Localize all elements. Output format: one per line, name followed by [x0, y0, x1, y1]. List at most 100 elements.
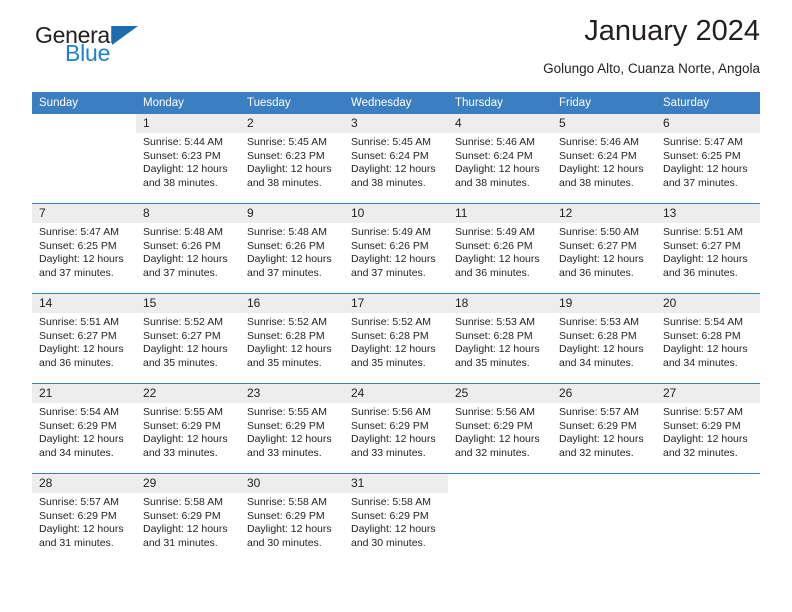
day-cell[interactable]: 8 Sunrise: 5:48 AM Sunset: 6:26 PM Daylight…	[136, 203, 240, 294]
daylight-line-cont: and 38 minutes.	[351, 176, 426, 189]
sunset-line: Sunset: 6:29 PM	[247, 419, 325, 432]
sun-info: Sunrise: 5:55 AM Sunset: 6:29 PM Daylight:…	[136, 403, 240, 460]
sun-info: Sunrise: 5:50 AM Sunset: 6:27 PM Daylight:…	[552, 223, 656, 280]
day-number: 19	[552, 294, 656, 313]
sunrise-line: Sunrise: 5:49 AM	[351, 226, 431, 238]
sunrise-line: Sunrise: 5:58 AM	[143, 496, 223, 508]
daylight-line: Daylight: 12 hours	[143, 523, 228, 536]
day-cell[interactable]: 18 Sunrise: 5:53 AM Sunset: 6:28 PM Dayligh…	[448, 293, 552, 384]
day-cell[interactable]: 12 Sunrise: 5:50 AM Sunset: 6:27 PM Dayligh…	[552, 203, 656, 294]
day-number: 4	[448, 114, 552, 133]
sunrise-line: Sunrise: 5:46 AM	[559, 136, 639, 148]
day-cell[interactable]: 2 Sunrise: 5:45 AM Sunset: 6:23 PM Daylight…	[240, 114, 344, 204]
sun-info: Sunrise: 5:48 AM Sunset: 6:26 PM Daylight:…	[136, 223, 240, 280]
day-cell[interactable]: 5 Sunrise: 5:46 AM Sunset: 6:24 PM Daylight…	[552, 114, 656, 204]
sun-info: Sunrise: 5:52 AM Sunset: 6:28 PM Daylight:…	[240, 313, 344, 370]
day-cell[interactable]: 30 Sunrise: 5:58 AM Sunset: 6:29 PM Dayligh…	[240, 473, 344, 563]
sunset-line: Sunset: 6:29 PM	[455, 419, 533, 432]
sunrise-line: Sunrise: 5:56 AM	[455, 406, 535, 418]
day-number: 6	[656, 114, 760, 133]
day-number: 22	[136, 384, 240, 403]
day-cell[interactable]: 9 Sunrise: 5:48 AM Sunset: 6:26 PM Daylight…	[240, 203, 344, 294]
day-number	[552, 474, 656, 493]
day-cell[interactable]: 11 Sunrise: 5:49 AM Sunset: 6:26 PM Dayligh…	[448, 203, 552, 294]
daylight-line-cont: and 34 minutes.	[39, 446, 114, 459]
day-cell-empty	[32, 114, 136, 204]
sunset-line: Sunset: 6:29 PM	[39, 509, 117, 522]
day-cell[interactable]: 19 Sunrise: 5:53 AM Sunset: 6:28 PM Dayligh…	[552, 293, 656, 384]
day-cell[interactable]: 13 Sunrise: 5:51 AM Sunset: 6:27 PM Dayligh…	[656, 203, 760, 294]
sunset-line: Sunset: 6:29 PM	[143, 509, 221, 522]
daylight-line: Daylight: 12 hours	[143, 343, 228, 356]
daylight-line-cont: and 32 minutes.	[663, 446, 738, 459]
day-cell[interactable]: 6 Sunrise: 5:47 AM Sunset: 6:25 PM Daylight…	[656, 114, 760, 204]
day-cell[interactable]: 23 Sunrise: 5:55 AM Sunset: 6:29 PM Dayligh…	[240, 383, 344, 474]
day-number: 20	[656, 294, 760, 313]
daylight-line: Daylight: 12 hours	[143, 253, 228, 266]
day-number: 31	[344, 474, 448, 493]
day-cell[interactable]: 7 Sunrise: 5:47 AM Sunset: 6:25 PM Daylight…	[32, 203, 136, 294]
daylight-line: Daylight: 12 hours	[39, 343, 124, 356]
sun-info: Sunrise: 5:56 AM Sunset: 6:29 PM Daylight:…	[448, 403, 552, 460]
sunrise-line: Sunrise: 5:57 AM	[663, 406, 743, 418]
day-cell[interactable]: 10 Sunrise: 5:49 AM Sunset: 6:26 PM Dayligh…	[344, 203, 448, 294]
sunrise-line: Sunrise: 5:47 AM	[39, 226, 119, 238]
day-cell[interactable]: 15 Sunrise: 5:52 AM Sunset: 6:27 PM Dayligh…	[136, 293, 240, 384]
day-number: 30	[240, 474, 344, 493]
week-row: 28 Sunrise: 5:57 AM Sunset: 6:29 PM Dayligh…	[32, 473, 760, 563]
daylight-line-cont: and 36 minutes.	[559, 266, 634, 279]
daylight-line: Daylight: 12 hours	[143, 163, 228, 176]
sun-info: Sunrise: 5:58 AM Sunset: 6:29 PM Daylight:…	[344, 493, 448, 550]
day-cell[interactable]: 4 Sunrise: 5:46 AM Sunset: 6:24 PM Daylight…	[448, 114, 552, 204]
sunset-line: Sunset: 6:29 PM	[351, 419, 429, 432]
sun-info: Sunrise: 5:49 AM Sunset: 6:26 PM Daylight:…	[448, 223, 552, 280]
day-cell[interactable]: 1 Sunrise: 5:44 AM Sunset: 6:23 PM Daylight…	[136, 114, 240, 204]
week-row: 1 Sunrise: 5:44 AM Sunset: 6:23 PM Daylight…	[32, 114, 760, 204]
sunset-line: Sunset: 6:29 PM	[143, 419, 221, 432]
day-cell[interactable]: 20 Sunrise: 5:54 AM Sunset: 6:28 PM Dayligh…	[656, 293, 760, 384]
sunrise-line: Sunrise: 5:51 AM	[663, 226, 743, 238]
day-cell[interactable]: 24 Sunrise: 5:56 AM Sunset: 6:29 PM Dayligh…	[344, 383, 448, 474]
day-cell[interactable]: 28 Sunrise: 5:57 AM Sunset: 6:29 PM Dayligh…	[32, 473, 136, 563]
sun-info: Sunrise: 5:57 AM Sunset: 6:29 PM Daylight:…	[656, 403, 760, 460]
sunrise-line: Sunrise: 5:54 AM	[663, 316, 743, 328]
daylight-line: Daylight: 12 hours	[559, 253, 644, 266]
day-cell[interactable]: 14 Sunrise: 5:51 AM Sunset: 6:27 PM Dayligh…	[32, 293, 136, 384]
sun-info: Sunrise: 5:47 AM Sunset: 6:25 PM Daylight:…	[656, 133, 760, 190]
day-cell[interactable]: 17 Sunrise: 5:52 AM Sunset: 6:28 PM Dayligh…	[344, 293, 448, 384]
daylight-line: Daylight: 12 hours	[455, 343, 540, 356]
sunset-line: Sunset: 6:29 PM	[559, 419, 637, 432]
sunset-line: Sunset: 6:28 PM	[663, 329, 741, 342]
daylight-line: Daylight: 12 hours	[559, 433, 644, 446]
daylight-line-cont: and 30 minutes.	[351, 536, 426, 549]
day-cell[interactable]: 16 Sunrise: 5:52 AM Sunset: 6:28 PM Dayligh…	[240, 293, 344, 384]
daylight-line-cont: and 35 minutes.	[247, 356, 322, 369]
daylight-line: Daylight: 12 hours	[663, 433, 748, 446]
day-cell[interactable]: 3 Sunrise: 5:45 AM Sunset: 6:24 PM Daylight…	[344, 114, 448, 204]
daylight-line: Daylight: 12 hours	[559, 163, 644, 176]
sunrise-line: Sunrise: 5:47 AM	[663, 136, 743, 148]
day-cell[interactable]: 26 Sunrise: 5:57 AM Sunset: 6:29 PM Dayligh…	[552, 383, 656, 474]
daylight-line: Daylight: 12 hours	[247, 523, 332, 536]
day-number	[448, 474, 552, 493]
day-cell[interactable]: 31 Sunrise: 5:58 AM Sunset: 6:29 PM Dayligh…	[344, 473, 448, 563]
day-number: 13	[656, 204, 760, 223]
day-cell[interactable]: 22 Sunrise: 5:55 AM Sunset: 6:29 PM Dayligh…	[136, 383, 240, 474]
daylight-line-cont: and 33 minutes.	[247, 446, 322, 459]
weekday-header-tuesday: Tuesday	[240, 92, 344, 114]
day-cell[interactable]: 25 Sunrise: 5:56 AM Sunset: 6:29 PM Dayligh…	[448, 383, 552, 474]
day-number: 15	[136, 294, 240, 313]
day-number: 2	[240, 114, 344, 133]
day-cell[interactable]: 21 Sunrise: 5:54 AM Sunset: 6:29 PM Dayligh…	[32, 383, 136, 474]
sunset-line: Sunset: 6:26 PM	[247, 239, 325, 252]
sunset-line: Sunset: 6:23 PM	[143, 149, 221, 162]
day-cell[interactable]: 27 Sunrise: 5:57 AM Sunset: 6:29 PM Dayligh…	[656, 383, 760, 474]
title-block: January 2024 Golungo Alto, Cuanza Norte,…	[543, 15, 760, 76]
daylight-line-cont: and 37 minutes.	[247, 266, 322, 279]
day-number: 3	[344, 114, 448, 133]
daylight-line-cont: and 31 minutes.	[39, 536, 114, 549]
day-cell[interactable]: 29 Sunrise: 5:58 AM Sunset: 6:29 PM Dayligh…	[136, 473, 240, 563]
sun-info: Sunrise: 5:57 AM Sunset: 6:29 PM Daylight:…	[552, 403, 656, 460]
sunrise-line: Sunrise: 5:58 AM	[247, 496, 327, 508]
sunrise-line: Sunrise: 5:53 AM	[559, 316, 639, 328]
